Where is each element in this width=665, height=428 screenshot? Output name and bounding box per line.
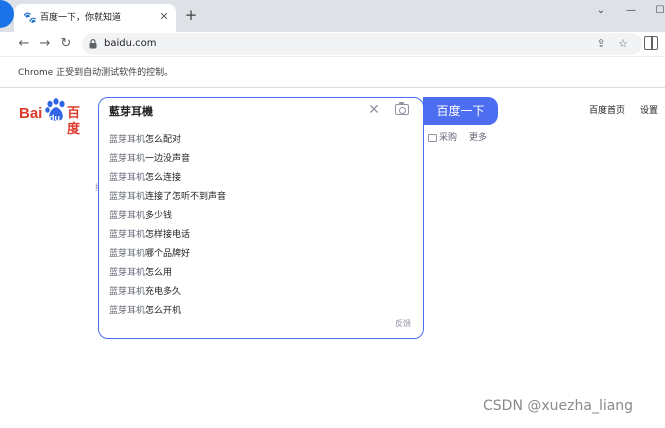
share-icon[interactable]: ⇪ [594,37,608,51]
url-text[interactable]: baidu.com [104,37,156,51]
suggestion-rest: 怎么用 [145,268,173,278]
suggestion-prefix: 蓝芽耳机 [109,230,146,240]
nav-link-purchase[interactable]: 采购 [439,132,457,144]
nav-link-more[interactable]: 更多 [469,132,487,144]
browser-window: 🐾 百度一下，你就知道 ✕ + ⌄ — ☐ ← → ↻ baidu.com ⇪ … [0,0,665,428]
suggestion-rest: 哪个品牌好 [145,249,191,259]
suggestion-prefix: 蓝芽耳机 [109,306,146,316]
feedback-link[interactable]: 反馈 [395,318,411,330]
suggestion-prefix: 蓝芽耳机 [109,268,146,278]
suggestion-rest: 怎么配对 [145,135,182,145]
suggestion-rest: 连接了怎听不到声音 [145,192,227,202]
suggestion-rest: 充电多久 [145,287,182,297]
baidu-paw-icon: 🐾 [23,11,37,24]
suggestion-item[interactable]: 蓝芽耳机充电多久 [109,284,181,300]
suggestion-item[interactable]: 蓝芽耳机连接了怎听不到声音 [109,189,226,205]
chrome-profile-icon[interactable] [0,0,14,28]
suggestion-item[interactable]: 蓝芽耳机怎么开机 [109,303,181,319]
suggestion-item[interactable]: 蓝芽耳机怎么配对 [109,132,181,148]
suggestion-prefix: 蓝芽耳机 [109,249,146,259]
logo-text-baidu: 百度 [67,106,81,137]
automation-notice: Chrome 正受到自动测试软件的控制。 [18,68,174,78]
baidu-page: Bai du 百度 采购 更多 找 百度首页 设置 藍芽耳機 ✕ 蓝芽耳机怎么配… [0,89,665,428]
suggestion-rest: 怎么连接 [145,173,182,183]
suggestion-prefix: 蓝芽耳机 [109,173,146,183]
suggestion-prefix: 蓝芽耳机 [109,154,146,164]
purchase-icon [428,134,437,142]
baidu-home-link[interactable]: 百度首页 [589,105,625,117]
baidu-logo[interactable]: Bai du 百度 [19,98,91,137]
settings-link[interactable]: 设置 [640,105,658,117]
reload-button[interactable]: ↻ [58,36,74,52]
suggestion-item[interactable]: 蓝芽耳机一边没声音 [109,151,190,167]
suggestion-item[interactable]: 蓝芽耳机怎么用 [109,265,172,281]
tab-strip: 🐾 百度一下，你就知道 ✕ + ⌄ — ☐ [0,0,665,32]
minimize-button[interactable]: — [623,4,639,18]
camera-icon[interactable] [395,101,409,115]
tab-search-icon[interactable]: ⌄ [593,4,609,18]
tab-baidu[interactable]: 🐾 百度一下，你就知道 ✕ [14,4,176,32]
tab-title: 百度一下，你就知道 [40,13,122,23]
watermark: CSDN @xuezha_liang [483,398,634,414]
forward-button[interactable]: → [37,36,53,52]
lock-icon [89,39,97,49]
search-button[interactable]: 百度一下 [423,97,498,125]
side-panel-icon[interactable] [644,36,658,50]
suggestion-rest: 一边没声音 [145,154,191,164]
suggestion-prefix: 蓝芽耳机 [109,211,146,221]
suggestion-item[interactable]: 蓝芽耳机多少钱 [109,208,172,224]
maximize-button[interactable]: ☐ [652,4,665,18]
bookmark-star-icon[interactable]: ☆ [616,37,630,51]
suggestion-item[interactable]: 蓝芽耳机怎么连接 [109,170,181,186]
suggestion-rest: 怎样接电话 [145,230,191,240]
logo-text-bai: Bai [19,105,43,122]
suggestion-prefix: 蓝芽耳机 [109,135,146,145]
close-icon[interactable]: ✕ [158,11,170,23]
suggestion-item[interactable]: 蓝芽耳机怎样接电话 [109,227,190,243]
search-input[interactable]: 藍芽耳機 [109,104,153,120]
search-box[interactable]: 藍芽耳機 ✕ 蓝芽耳机怎么配对 蓝芽耳机一边没声音 蓝芽耳机怎么连接 蓝芽耳机连… [98,97,424,339]
suggestion-rest: 多少钱 [145,211,173,221]
logo-text-du: du [49,113,60,123]
address-bar[interactable]: baidu.com ⇪ ☆ [82,33,642,55]
back-button[interactable]: ← [16,36,32,52]
new-tab-button[interactable]: + [183,7,199,23]
suggestion-item[interactable]: 蓝芽耳机哪个品牌好 [109,246,190,262]
suggestion-prefix: 蓝芽耳机 [109,192,146,202]
suggestion-rest: 怎么开机 [145,306,182,316]
automation-infobar: Chrome 正受到自动测试软件的控制。 [0,56,665,88]
browser-toolbar: ← → ↻ baidu.com ⇪ ☆ [0,32,665,56]
suggestion-prefix: 蓝芽耳机 [109,287,146,297]
clear-icon[interactable]: ✕ [367,103,381,117]
